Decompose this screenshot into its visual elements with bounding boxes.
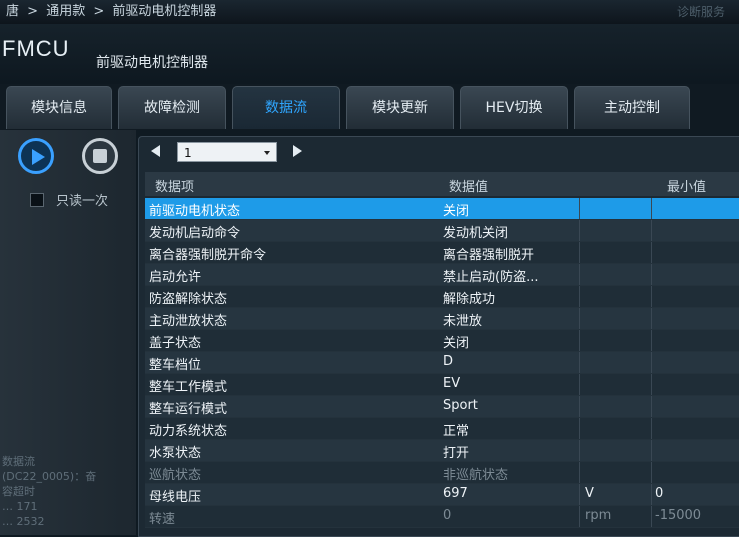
row-name: 盖子状态 — [149, 336, 202, 351]
next-page-icon[interactable] — [293, 145, 302, 157]
row-value: 禁止启动(防盗... — [443, 270, 539, 285]
table-row[interactable]: 转速 0 rpm -15000 — [145, 506, 739, 528]
row-name: 整车工作模式 — [149, 380, 228, 395]
row-min: 0 — [655, 486, 664, 501]
status-info-line: … 2532 — [2, 515, 45, 528]
control-panel: 只读一次 数据流 (DC22_0005)：奋 容超时 … 171 … 2532 — [0, 130, 136, 535]
row-value: 离合器强制脱开 — [443, 248, 535, 263]
table-row[interactable]: 整车运行模式 Sport — [145, 396, 739, 418]
tab-module-info[interactable]: 模块信息 — [6, 86, 112, 129]
row-name: 离合器强制脱开命令 — [149, 248, 267, 263]
row-value: 697 — [443, 486, 468, 501]
status-info-line: … 171 — [2, 500, 38, 513]
breadcrumb: 唐 > 通用款 > 前驱动电机控制器 — [6, 0, 220, 24]
table-row[interactable]: 离合器强制脱开命令 离合器强制脱开 — [145, 242, 739, 264]
module-full-name: 前驱动电机控制器 — [96, 55, 208, 71]
breadcrumb-separator: > — [93, 4, 105, 19]
breadcrumb-item-model[interactable]: 通用款 — [46, 4, 85, 19]
play-icon — [32, 149, 45, 165]
tab-fault-detection[interactable]: 故障检测 — [118, 86, 226, 129]
data-table-body: 前驱动电机状态 关闭 发动机启动命令 发动机关闭 离合器强制脱开命令 离合器强制脱开 … — [145, 198, 739, 528]
table-header: 数据项 数据值 最小值 — [145, 172, 739, 196]
column-header-value: 数据值 — [449, 180, 489, 195]
row-value: 关闭 — [443, 204, 470, 219]
row-name: 发动机启动命令 — [149, 226, 241, 241]
row-name: 防盗解除状态 — [149, 292, 228, 307]
table-row[interactable]: 主动泄放状态 未泄放 — [145, 308, 739, 330]
row-name: 巡航状态 — [149, 468, 202, 483]
table-row[interactable]: 动力系统状态 正常 — [145, 418, 739, 440]
row-name: 主动泄放状态 — [149, 314, 228, 329]
row-name: 母线电压 — [149, 490, 202, 505]
row-value: EV — [443, 376, 461, 391]
stop-button[interactable] — [82, 138, 118, 174]
row-unit: rpm — [585, 508, 612, 523]
table-row[interactable]: 防盗解除状态 解除成功 — [145, 286, 739, 308]
row-name: 动力系统状态 — [149, 424, 228, 439]
stop-icon — [93, 149, 107, 163]
tab-hev-switch[interactable]: HEV切换 — [460, 86, 568, 129]
column-header-item: 数据项 — [155, 180, 195, 195]
status-info-line: 数据流 — [2, 455, 35, 468]
tab-data-stream[interactable]: 数据流 — [232, 86, 340, 129]
breadcrumb-item-vehicle[interactable]: 唐 — [6, 4, 19, 19]
row-name: 转速 — [149, 512, 176, 527]
row-value: 非巡航状态 — [443, 468, 509, 483]
row-value: 关闭 — [443, 336, 470, 351]
column-header-min: 最小值 — [667, 180, 707, 195]
table-row[interactable]: 启动允许 禁止启动(防盗... — [145, 264, 739, 286]
row-value: 打开 — [443, 446, 470, 461]
row-name: 启动允许 — [149, 270, 202, 285]
read-once-checkbox[interactable] — [30, 193, 44, 207]
row-name: 水泵状态 — [149, 446, 202, 461]
page-navigator: 1 — [139, 137, 739, 169]
data-stream-panel: 1 数据项 数据值 最小值 前驱动电机状态 关闭 发动机启动命令 发动机关闭 离合器… — [138, 136, 739, 537]
page-select[interactable]: 1 — [177, 142, 277, 162]
table-row[interactable]: 巡航状态 非巡航状态 — [145, 462, 739, 484]
table-row[interactable]: 整车工作模式 EV — [145, 374, 739, 396]
table-row[interactable]: 发动机启动命令 发动机关闭 — [145, 220, 739, 242]
table-row[interactable]: 母线电压 697 V 0 — [145, 484, 739, 506]
module-abbr: FMCU — [2, 36, 70, 61]
table-row[interactable]: 整车档位 D — [145, 352, 739, 374]
row-name: 前驱动电机状态 — [149, 204, 241, 219]
status-info: 数据流 (DC22_0005)：奋 容超时 … 171 … 2532 — [2, 454, 96, 529]
tab-module-update[interactable]: 模块更新 — [346, 86, 454, 129]
page-select-value: 1 — [184, 146, 192, 160]
status-info-line: (DC22_0005)：奋 — [2, 470, 97, 483]
row-value: 未泄放 — [443, 314, 483, 329]
row-value: Sport — [443, 398, 478, 413]
tab-active-control[interactable]: 主动控制 — [574, 86, 690, 129]
table-row[interactable]: 盖子状态 关闭 — [145, 330, 739, 352]
row-unit: V — [585, 486, 594, 501]
row-min: -15000 — [655, 508, 702, 523]
module-title-area: FMCU 前驱动电机控制器 — [0, 24, 739, 84]
breadcrumb-bar: 唐 > 通用款 > 前驱动电机控制器 诊断服务 — [0, 0, 739, 24]
row-name: 整车档位 — [149, 358, 202, 373]
row-value: 解除成功 — [443, 292, 496, 307]
status-info-line: 容超时 — [2, 485, 35, 498]
row-name: 整车运行模式 — [149, 402, 228, 417]
row-value: 0 — [443, 508, 452, 523]
row-value: 发动机关闭 — [443, 226, 509, 241]
header-right-text: 诊断服务 — [676, 5, 725, 19]
row-value: 正常 — [443, 424, 470, 439]
breadcrumb-item-module: 前驱动电机控制器 — [112, 4, 217, 19]
tab-bar: 模块信息 故障检测 数据流 模块更新 HEV切换 主动控制 — [0, 84, 739, 130]
play-button[interactable] — [18, 138, 54, 174]
table-row[interactable]: 前驱动电机状态 关闭 — [145, 198, 739, 220]
breadcrumb-separator: > — [27, 4, 39, 19]
chevron-down-icon — [264, 151, 270, 155]
prev-page-icon[interactable] — [151, 145, 160, 157]
read-once-option[interactable]: 只读一次 — [30, 190, 108, 209]
row-value: D — [443, 354, 454, 369]
table-row[interactable]: 水泵状态 打开 — [145, 440, 739, 462]
read-once-label: 只读一次 — [56, 194, 109, 209]
